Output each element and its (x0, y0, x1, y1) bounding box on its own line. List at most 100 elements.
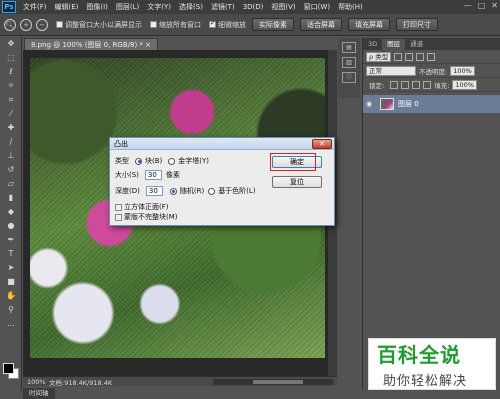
reset-button[interactable]: 复位 (272, 176, 322, 188)
scrubby-zoom-checkbox[interactable]: 细微缩放 (209, 19, 246, 30)
type-block-radio[interactable] (135, 157, 142, 165)
fill-screen-button[interactable]: 填充屏幕 (348, 18, 390, 31)
menu-edit[interactable]: 编辑(E) (51, 2, 83, 12)
zoom-in-icon[interactable]: + (20, 18, 32, 31)
menu-layer[interactable]: 图层(L) (112, 2, 143, 12)
dodge-icon[interactable]: ● (3, 219, 19, 232)
move-tool-icon[interactable]: ✥ (3, 37, 19, 50)
checkbox-box[interactable] (56, 21, 63, 28)
type-pyramid-label[interactable]: 金字塔(Y) (178, 156, 209, 166)
zoom-all-windows-checkbox[interactable]: 缩放所有窗口 (150, 20, 201, 30)
mask-incomplete-checkbox[interactable] (115, 213, 122, 221)
resize-windows-checkbox[interactable]: 调整窗口大小以满屏显示 (56, 20, 142, 30)
horizontal-scrollbar[interactable] (213, 378, 333, 385)
fit-screen-button[interactable]: 适合屏幕 (300, 18, 342, 31)
type-pyramid-radio[interactable] (168, 157, 176, 165)
menu-select[interactable]: 选择(S) (175, 2, 207, 12)
extrude-dialog: 凸出 ✕ 类型 块(B) 金字塔(Y) 大小(S) 30 像素 深度(D) 30… (109, 137, 335, 226)
filter-kind-select[interactable]: ρ 类型 (366, 51, 392, 62)
depth-input[interactable]: 30 (145, 186, 163, 196)
clone-stamp-icon[interactable]: ⊥ (3, 149, 19, 162)
history-icon[interactable]: ▤ (342, 42, 356, 53)
brush-tool-icon[interactable]: ∕ (3, 135, 19, 148)
scrollbar-thumb[interactable] (253, 379, 303, 384)
depth-row: 深度(D) 30 随机(R) 基于色阶(L) (115, 186, 256, 196)
filter-shape-icon[interactable] (427, 52, 436, 61)
layer-name[interactable]: 图层 0 (398, 99, 419, 109)
mask-incomplete-row: 蒙版不完整块(M) (115, 212, 178, 222)
lock-row: 锁定: 填充: 100% (363, 78, 500, 92)
blur-icon[interactable]: ◆ (3, 205, 19, 218)
fill-input[interactable]: 100% (452, 79, 477, 90)
menu-window[interactable]: 窗口(W) (300, 2, 334, 12)
checkbox-box[interactable] (209, 19, 216, 28)
hand-tool-icon[interactable]: ✋ (3, 289, 19, 302)
filter-type-icon[interactable] (416, 52, 425, 61)
color-swatches[interactable] (3, 363, 19, 379)
filter-adjust-icon[interactable] (405, 52, 414, 61)
tab-channels[interactable]: 通道 (405, 39, 428, 50)
menu-3d[interactable]: 3D(D) (239, 3, 268, 11)
pen-tool-icon[interactable]: ✒ (3, 233, 19, 246)
dialog-close-button[interactable]: ✕ (312, 139, 332, 149)
close-icon[interactable]: ✕ (491, 1, 498, 10)
type-block-label[interactable]: 块(B) (145, 156, 162, 166)
menu-help[interactable]: 帮助(H) (334, 2, 367, 12)
lasso-tool-icon[interactable]: ℓ (3, 65, 19, 78)
blend-mode-select[interactable]: 正常 (366, 65, 416, 76)
menu-type[interactable]: 文字(Y) (143, 2, 175, 12)
mask-incomplete-label[interactable]: 蒙版不完整块(M) (124, 212, 178, 222)
path-selection-icon[interactable]: ➤ (3, 261, 19, 274)
checkbox-box[interactable] (150, 21, 157, 28)
tab-layers[interactable]: 图层 (382, 39, 406, 50)
properties-icon[interactable]: ▥ (342, 57, 356, 68)
status-zoom[interactable]: 100% (23, 377, 46, 386)
document-tab[interactable]: 8.png @ 100% (图层 0, RGB/8) * × (24, 38, 158, 50)
depth-random-radio[interactable] (169, 187, 177, 195)
layer-row[interactable]: ◉ 图层 0 (363, 95, 500, 113)
lock-position-icon[interactable] (412, 80, 421, 89)
magic-wand-icon[interactable]: ✧ (3, 79, 19, 92)
eyedropper-icon[interactable]: ⁄ (3, 107, 19, 120)
history-brush-icon[interactable]: ↺ (3, 163, 19, 176)
menu-view[interactable]: 视图(V) (267, 2, 299, 12)
zoom-out-icon[interactable]: − (36, 18, 48, 31)
size-input[interactable]: 30 (144, 170, 162, 180)
eye-icon[interactable]: ◉ (366, 100, 376, 108)
lock-all-icon[interactable] (423, 80, 432, 89)
shape-tool-icon[interactable]: ■ (3, 275, 19, 288)
marquee-tool-icon[interactable]: ⬚ (3, 51, 19, 64)
actual-pixels-button[interactable]: 实际像素 (252, 18, 294, 31)
opacity-input[interactable]: 100% (450, 65, 475, 76)
layer-filter-row: ρ 类型 (363, 50, 500, 64)
menu-file[interactable]: 文件(F) (19, 2, 51, 12)
menu-filter[interactable]: 滤镜(T) (207, 2, 239, 12)
menu-image[interactable]: 图像(I) (82, 2, 112, 12)
depth-label: 深度(D) (115, 187, 140, 195)
restore-icon[interactable]: □ (478, 1, 486, 10)
window-controls: — □ ✕ (464, 1, 498, 10)
foreground-color-swatch[interactable] (3, 363, 14, 374)
eraser-icon[interactable]: ▱ (3, 177, 19, 190)
solid-front-label[interactable]: 立方体正面(F) (124, 202, 169, 212)
gradient-icon[interactable]: ▮ (3, 191, 19, 204)
lock-image-icon[interactable] (401, 80, 410, 89)
more-tools-icon[interactable]: … (3, 317, 19, 330)
timeline-tab[interactable]: 时间轴 (23, 388, 55, 399)
zoom-icon[interactable]: 🔍︎ (4, 18, 16, 31)
depth-random-label[interactable]: 随机(R) (180, 186, 204, 196)
minimize-icon[interactable]: — (464, 1, 472, 10)
info-icon[interactable]: ⓘ (342, 72, 356, 83)
tab-3d[interactable]: 3D (363, 39, 382, 50)
zoom-tool-icon[interactable]: ⚲ (3, 303, 19, 316)
solid-front-checkbox[interactable] (115, 203, 122, 211)
layer-thumbnail (380, 98, 394, 110)
depth-level-label[interactable]: 基于色阶(L) (218, 186, 255, 196)
healing-brush-icon[interactable]: ✚ (3, 121, 19, 134)
type-tool-icon[interactable]: T (3, 247, 19, 260)
lock-transparent-icon[interactable] (390, 80, 399, 89)
filter-pixel-icon[interactable] (394, 52, 403, 61)
crop-tool-icon[interactable]: ⌗ (3, 93, 19, 106)
print-size-button[interactable]: 打印尺寸 (396, 18, 438, 31)
depth-level-radio[interactable] (208, 187, 216, 195)
